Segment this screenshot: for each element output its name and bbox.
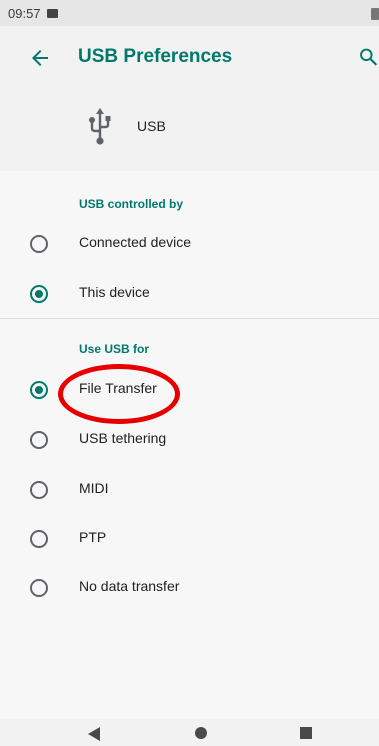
usb-header-label: USB xyxy=(137,118,166,134)
option-ptp[interactable]: PTP xyxy=(0,514,379,562)
battery-icon xyxy=(371,8,379,20)
arrow-back-icon[interactable] xyxy=(28,46,52,70)
option-label: USB tethering xyxy=(79,430,167,446)
image-icon xyxy=(46,8,58,18)
radio-selected[interactable] xyxy=(30,285,48,303)
option-label: This device xyxy=(79,284,150,300)
nav-home-icon[interactable] xyxy=(195,727,207,739)
nav-recents-icon[interactable] xyxy=(300,727,312,739)
app-bar: USB Preferences xyxy=(0,26,379,92)
option-file-transfer[interactable]: File Transfer xyxy=(0,365,379,413)
radio-selected[interactable] xyxy=(30,381,48,399)
option-label: PTP xyxy=(79,529,107,545)
option-no-data-transfer[interactable]: No data transfer xyxy=(0,563,379,611)
usb-icon xyxy=(89,108,111,145)
search-icon[interactable] xyxy=(358,46,379,68)
navigation-bar xyxy=(0,719,379,746)
usb-preferences-list: USB controlled by Connected device This … xyxy=(0,171,379,719)
option-midi[interactable]: MIDI xyxy=(0,465,379,513)
section-divider xyxy=(0,318,379,319)
section-title-controlled-by: USB controlled by xyxy=(79,197,184,211)
option-label: MIDI xyxy=(79,480,109,496)
radio-unselected[interactable] xyxy=(30,579,48,597)
status-time: 09:57 xyxy=(8,5,41,21)
section-title-use-usb-for: Use USB for xyxy=(79,342,150,356)
nav-back-icon[interactable] xyxy=(88,727,100,741)
option-label: Connected device xyxy=(79,234,192,250)
page-title: USB Preferences xyxy=(78,46,233,67)
radio-unselected[interactable] xyxy=(30,235,48,253)
option-usb-tethering[interactable]: USB tethering xyxy=(0,415,379,463)
radio-unselected[interactable] xyxy=(30,530,48,548)
option-label: File Transfer xyxy=(79,380,157,396)
option-this-device[interactable]: This device xyxy=(0,269,379,317)
radio-unselected[interactable] xyxy=(30,431,48,449)
option-label: No data transfer xyxy=(79,578,180,594)
status-bar: 09:57 xyxy=(0,0,379,26)
option-connected-device[interactable]: Connected device xyxy=(0,219,379,267)
radio-unselected[interactable] xyxy=(30,481,48,499)
